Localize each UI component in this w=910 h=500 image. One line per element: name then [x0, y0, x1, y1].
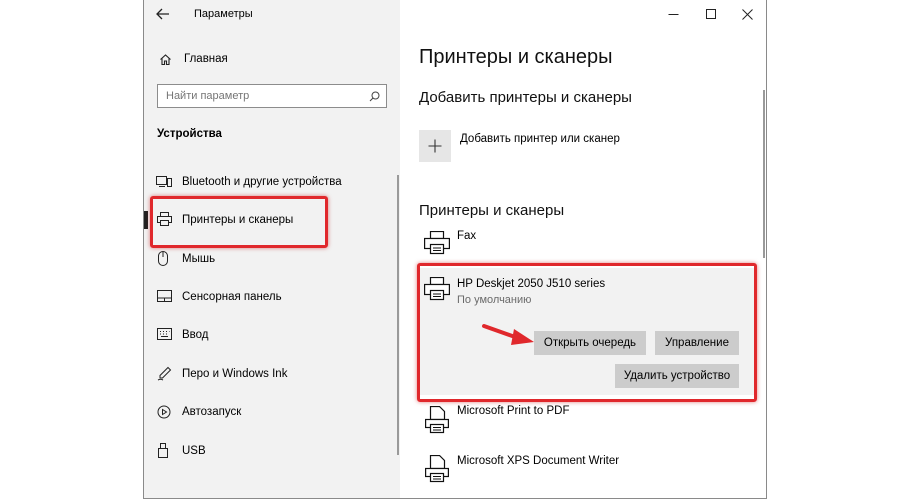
sidebar-item-label: Bluetooth и другие устройства [182, 176, 342, 188]
home-icon [158, 52, 172, 66]
printer-name: Fax [457, 230, 477, 242]
sidebar-item-label: Мышь [182, 253, 216, 265]
bluetooth-devices-icon [156, 174, 172, 188]
annotation-arrow [482, 324, 534, 345]
sidebar-item-mouse[interactable]: Мышь [144, 247, 400, 271]
document-printer-icon [423, 405, 451, 435]
highlight-hp-printer [417, 263, 757, 402]
close-icon[interactable] [736, 4, 758, 24]
document-printer-icon [423, 454, 451, 484]
sidebar-item-label: Сенсорная панель [182, 291, 282, 303]
touchpad-icon [156, 289, 172, 303]
add-printer-button[interactable]: Добавить принтер или сканер [419, 130, 659, 162]
printer-item-fax[interactable]: Fax [419, 228, 739, 260]
keyboard-icon [156, 327, 172, 341]
sidebar-item-label: Главная [184, 53, 228, 65]
back-arrow-icon[interactable] [152, 5, 174, 23]
printer-item-pdf[interactable]: Microsoft Print to PDF [419, 402, 739, 436]
search-icon[interactable] [368, 90, 380, 102]
highlight-sidebar-printers [150, 196, 328, 248]
printers-section-title: Принтеры и сканеры [419, 202, 565, 219]
minimize-icon[interactable] [662, 4, 684, 24]
add-section-title: Добавить принтеры и сканеры [419, 89, 632, 106]
search-input[interactable] [158, 85, 369, 107]
sidebar-item-label: USB [182, 445, 206, 457]
pen-icon [156, 365, 172, 381]
sidebar-item-autoplay[interactable]: Автозапуск [144, 400, 400, 424]
usb-icon [157, 442, 169, 458]
printer-name: Microsoft XPS Document Writer [457, 455, 620, 467]
plus-icon [419, 130, 451, 162]
add-printer-label: Добавить принтер или сканер [460, 133, 620, 145]
selected-indicator [144, 211, 148, 229]
page-title: Принтеры и сканеры [419, 46, 613, 68]
sidebar-scrollbar[interactable] [397, 175, 399, 455]
printer-icon [423, 230, 451, 256]
window-title: Параметры [194, 8, 253, 20]
sidebar-item-touchpad[interactable]: Сенсорная панель [144, 285, 400, 309]
sidebar-item-bluetooth[interactable]: Bluetooth и другие устройства [144, 170, 400, 194]
maximize-icon[interactable] [700, 4, 722, 24]
printer-item-xps[interactable]: Microsoft XPS Document Writer [419, 451, 739, 485]
settings-window: Параметры Главная Устройства Bluetooth и… [143, 0, 767, 499]
printer-name: Microsoft Print to PDF [457, 405, 570, 417]
main-panel: Принтеры и сканеры Добавить принтеры и с… [400, 0, 766, 498]
sidebar-item-usb[interactable]: USB [144, 439, 400, 463]
sidebar-item-label: Ввод [182, 329, 209, 341]
sidebar: Параметры Главная Устройства Bluetooth и… [144, 0, 400, 498]
sidebar-item-label: Автозапуск [182, 406, 242, 418]
sidebar-item-home[interactable]: Главная [144, 48, 400, 72]
sidebar-item-pen[interactable]: Перо и Windows Ink [144, 362, 400, 386]
sidebar-item-typing[interactable]: Ввод [144, 323, 400, 347]
search-box[interactable] [157, 84, 387, 108]
section-title: Устройства [157, 128, 222, 140]
sidebar-item-label: Перо и Windows Ink [182, 368, 288, 380]
autoplay-icon [156, 404, 172, 419]
main-scrollbar[interactable] [763, 90, 765, 258]
mouse-icon [157, 250, 169, 266]
